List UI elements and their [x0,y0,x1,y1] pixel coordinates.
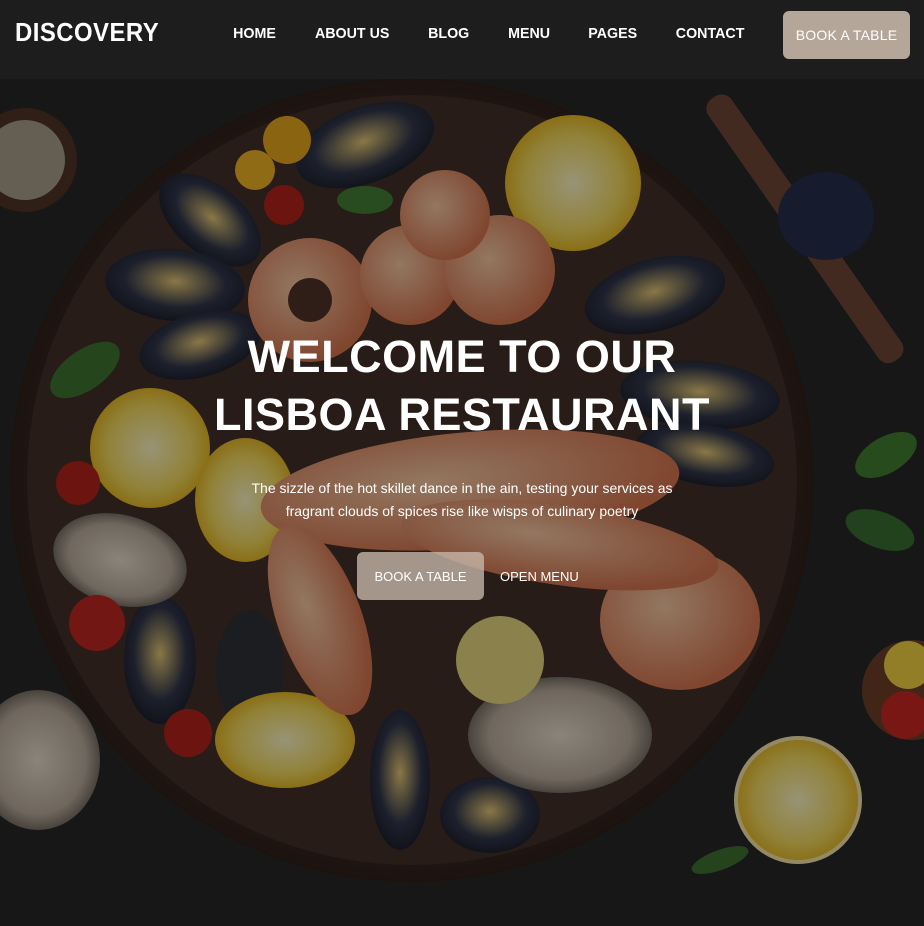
header-book-table-button[interactable]: BOOK A TABLE [783,11,910,59]
hero-subtitle-line-1: The sizzle of the hot skillet dance in t… [251,480,673,496]
nav-link-about-us[interactable]: ABOUT US [298,24,407,44]
hero-actions: BOOK A TABLE OPEN MENU [357,552,579,600]
page: DISCOVERY HOME ABOUT US BLOG MENU PAGES … [0,0,924,926]
nav-link-menu[interactable]: MENU [491,24,567,44]
hero-subtitle-line-2: fragrant clouds of spices rise like wisp… [285,503,639,519]
hero-title-line-1: WELCOME TO OUR [247,331,677,382]
nav-link-home[interactable]: HOME [216,24,293,44]
hero-title-line-2: LISBOA RESTAURANT [214,389,710,440]
nav-link-contact[interactable]: CONTACT [659,24,762,44]
nav-link-pages[interactable]: PAGES [571,24,654,44]
hero-section: WELCOME TO OUR LISBOA RESTAURANT The siz… [0,0,924,926]
hero-book-table-button[interactable]: BOOK A TABLE [357,552,484,600]
hero-subtitle: The sizzle of the hot skillet dance in t… [212,477,712,523]
site-header: DISCOVERY HOME ABOUT US BLOG MENU PAGES … [0,0,924,79]
hero-open-menu-button[interactable]: OPEN MENU [500,569,579,584]
hero-title: WELCOME TO OUR LISBOA RESTAURANT [0,328,924,444]
main-nav: HOME ABOUT US BLOG MENU PAGES CONTACT [214,24,764,44]
nav-link-blog[interactable]: BLOG [411,24,486,44]
site-logo[interactable]: DISCOVERY [15,17,159,48]
